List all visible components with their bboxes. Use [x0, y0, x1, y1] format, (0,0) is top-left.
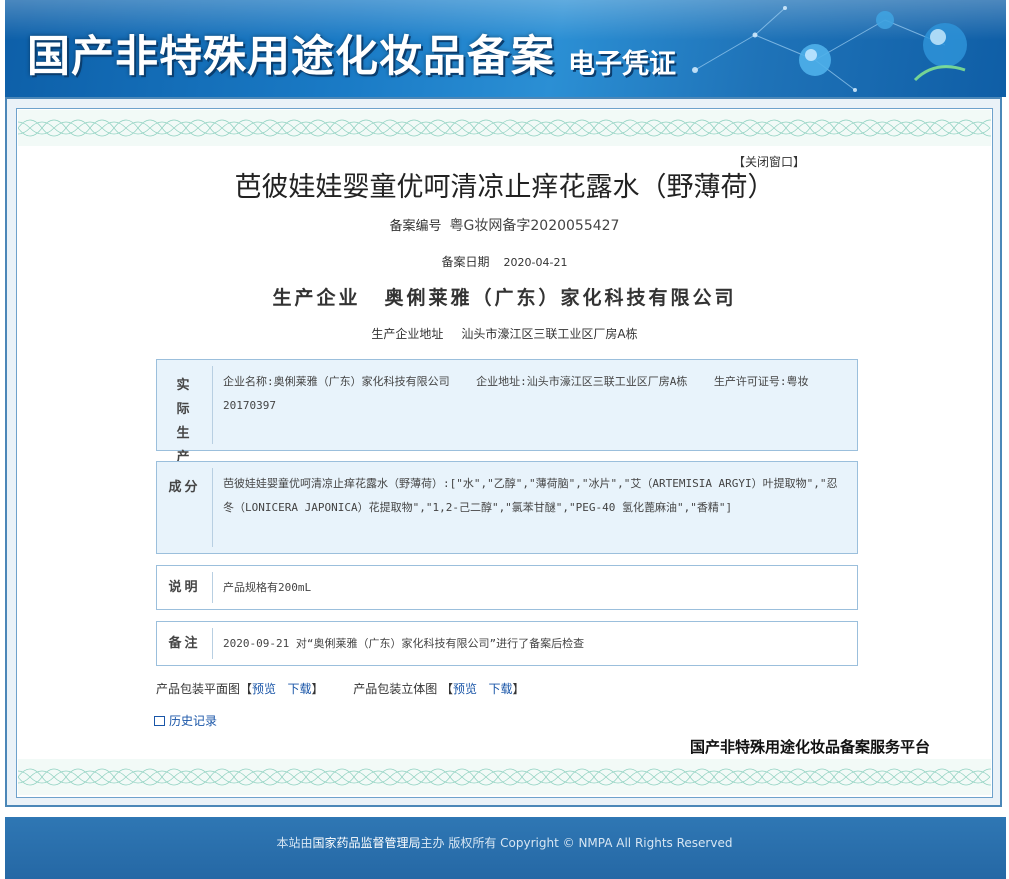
banner-subtitle: 电子凭证 — [568, 49, 676, 80]
history-link-label: 历史记录 — [169, 714, 218, 728]
record-date-label: 备案日期 — [441, 255, 490, 269]
registration-number-value: 粤G妆网备字2020055427 — [449, 218, 620, 234]
remarks-section: 备注 2020-09-21 对“奥俐莱雅（广东）家化科技有限公司”进行了备案后检… — [156, 621, 858, 666]
bracket-close: 】 — [512, 682, 525, 696]
actual-producer-content: 企业名称:奥俐莱雅（广东）家化科技有限公司 企业地址:汕头市濠江区三联工业区厂房… — [223, 375, 809, 412]
packaging-row: 产品包装平面图【预览 下载】 产品包装立体图 【预览 下载】 — [156, 680, 525, 697]
producer-address-value: 汕头市濠江区三联工业区厂房A栋 — [461, 327, 638, 341]
guilloche-border-bottom — [18, 759, 991, 795]
packaging-3d-label: 产品包装立体图 — [353, 682, 438, 696]
description-content: 产品规格有200mL — [223, 581, 312, 594]
history-link[interactable]: 历史记录 — [154, 712, 217, 729]
product-title: 芭彼娃娃婴童优呵清凉止痒花露水（野薄荷） — [234, 172, 775, 203]
molecule-graphic-icon — [692, 6, 967, 92]
registration-number-row: 备案编号 粤G妆网备字2020055427 — [0, 215, 1009, 235]
footer-text: 本站由国家药品监督管理局主办 版权所有 Copyright © NMPA All… — [0, 834, 1009, 851]
ingredients-content: 芭彼娃娃婴童优呵清凉止痒花露水（野薄荷）:["水","乙醇","薄荷脑","冰片… — [223, 477, 838, 514]
footer-prefix: 本站由 — [276, 836, 313, 850]
remarks-label: 备注 — [157, 628, 213, 659]
description-section: 说明 产品规格有200mL — [156, 565, 858, 610]
record-date-value: 2020-04-21 — [503, 256, 568, 269]
record-date-row: 备案日期 2020-04-21 — [0, 253, 1009, 270]
header-banner: 国产非特殊用途化妆品备案 电子凭证 — [5, 0, 1006, 97]
3d-download-link[interactable]: 下载 — [489, 682, 513, 696]
ingredients-label: 成分 — [157, 468, 213, 547]
platform-logo: 国产非特殊用途化妆品备案服务平台 — [690, 738, 931, 756]
flat-download-link[interactable]: 下载 — [288, 682, 312, 696]
producer-value: 奥俐莱雅（广东）家化科技有限公司 — [384, 287, 737, 309]
footer-suffix: 主办 版权所有 Copyright © NMPA All Rights Rese… — [420, 836, 733, 850]
3d-preview-link[interactable]: 预览 — [453, 682, 477, 696]
packaging-flat-label: 产品包装平面图 — [156, 682, 241, 696]
bracket-open: 【 — [240, 682, 253, 696]
remarks-content: 2020-09-21 对“奥俐莱雅（广东）家化科技有限公司”进行了备案后检查 — [223, 637, 585, 650]
window-icon — [154, 716, 165, 726]
producer-address-label: 生产企业地址 — [371, 327, 444, 341]
description-label: 说明 — [157, 572, 213, 603]
footer-org: 国家药品监督管理局 — [312, 836, 421, 850]
producer-label: 生产企业 — [272, 287, 361, 309]
bracket-open: 【 — [441, 682, 454, 696]
flat-preview-link[interactable]: 预览 — [252, 682, 276, 696]
guilloche-border-top — [18, 110, 991, 146]
producer-row: 生产企业 奥俐莱雅（广东）家化科技有限公司 — [0, 283, 1009, 310]
registration-number-label: 备案编号 — [389, 219, 442, 234]
banner-title: 国产非特殊用途化妆品备案 — [27, 32, 555, 82]
bracket-close: 】 — [311, 682, 324, 696]
actual-producer-section: 实际生产企业 企业名称:奥俐莱雅（广东）家化科技有限公司 企业地址:汕头市濠江区… — [156, 359, 858, 513]
ingredients-section: 成分 芭彼娃娃婴童优呵清凉止痒花露水（野薄荷）:["水","乙醇","薄荷脑",… — [156, 461, 858, 554]
actual-producer-label: 实际生产企业 — [157, 366, 213, 513]
producer-address-row: 生产企业地址 汕头市濠江区三联工业区厂房A栋 — [0, 325, 1009, 342]
